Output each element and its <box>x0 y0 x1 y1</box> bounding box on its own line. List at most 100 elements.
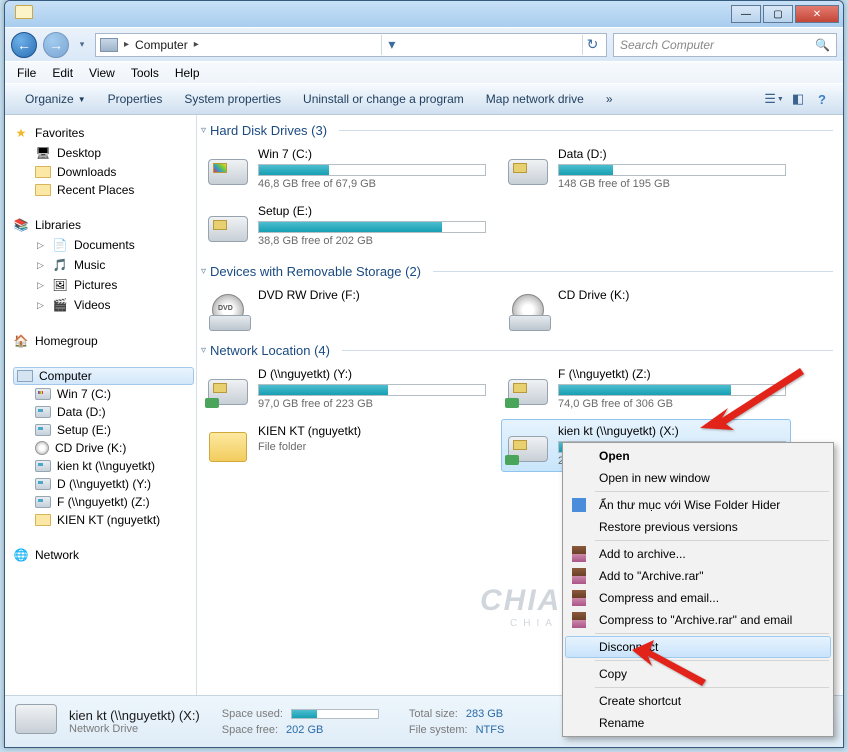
drive-dvd[interactable]: DVD RW Drive (F:) <box>201 283 491 331</box>
help-button[interactable]: ? <box>811 88 833 110</box>
titlebar[interactable]: — ▢ ✕ <box>5 1 843 27</box>
drive-icon <box>35 424 51 436</box>
refresh-button[interactable]: ↻ <box>582 35 602 55</box>
drive-label: DVD RW Drive (F:) <box>258 288 486 302</box>
forward-button[interactable]: → <box>43 32 69 58</box>
homegroup-icon: 🏠 <box>13 333 29 349</box>
sidebar-desktop[interactable]: 🖥Desktop <box>13 143 194 163</box>
disc-icon <box>35 441 49 455</box>
expand-icon[interactable]: ▷ <box>35 280 46 291</box>
cm-open-new-window[interactable]: Open in new window <box>565 467 831 489</box>
menu-view[interactable]: View <box>81 64 123 82</box>
drive-label: Win 7 (C:) <box>258 147 486 161</box>
menu-edit[interactable]: Edit <box>44 64 81 82</box>
sidebar-drive-c[interactable]: Win 7 (C:) <box>13 385 194 403</box>
minimize-button[interactable]: — <box>731 5 761 23</box>
drive-label: Setup (E:) <box>258 204 486 218</box>
netdrive-icon <box>506 367 550 405</box>
sidebar-recent[interactable]: Recent Places <box>13 181 194 199</box>
properties-button[interactable]: Properties <box>98 88 173 110</box>
cm-rename[interactable]: Rename <box>565 712 831 734</box>
drive-c[interactable]: Win 7 (C:) 46,8 GB free of 67,9 GB <box>201 142 491 195</box>
free-space: 97,0 GB free of 223 GB <box>258 398 486 410</box>
sidebar-drive-z[interactable]: F (\\nguyetkt) (Z:) <box>13 493 194 511</box>
computer-group[interactable]: Computer <box>13 367 194 385</box>
breadcrumb-computer[interactable]: Computer <box>131 38 192 52</box>
cm-add-archive[interactable]: Add to archive... <box>565 543 831 565</box>
annotation-arrow-1 <box>700 358 810 443</box>
search-input[interactable]: Search Computer 🔍 <box>613 33 837 57</box>
organize-button[interactable]: Organize▼ <box>15 88 96 110</box>
folder-icon <box>206 424 250 462</box>
nav-bar: ← → ▾ ▸ Computer ▸ ▾ ↻ Search Computer 🔍 <box>5 27 843 61</box>
sidebar-drive-y[interactable]: D (\\nguyetkt) (Y:) <box>13 475 194 493</box>
menu-file[interactable]: File <box>9 64 44 82</box>
expand-icon[interactable]: ▷ <box>35 240 46 251</box>
sidebar-drive-k[interactable]: CD Drive (K:) <box>13 439 194 457</box>
folder-icon <box>15 5 33 19</box>
drive-kienkt-folder[interactable]: KIEN KT (nguyetkt) File folder <box>201 419 491 472</box>
breadcrumb-arrow[interactable]: ▸ <box>122 39 131 50</box>
cm-compress-rar-email[interactable]: Compress to "Archive.rar" and email <box>565 609 831 631</box>
menu-tools[interactable]: Tools <box>123 64 167 82</box>
drive-icon <box>15 704 59 740</box>
homegroup[interactable]: 🏠Homegroup <box>13 331 194 351</box>
collapse-icon: ▿ <box>201 125 206 136</box>
drive-y[interactable]: D (\\nguyetkt) (Y:) 97,0 GB free of 223 … <box>201 362 491 415</box>
maximize-button[interactable]: ▢ <box>763 5 793 23</box>
more-commands-button[interactable]: » <box>596 88 623 110</box>
breadcrumb-arrow[interactable]: ▸ <box>192 39 201 50</box>
system-properties-button[interactable]: System properties <box>174 88 291 110</box>
search-icon[interactable]: 🔍 <box>815 38 830 52</box>
libraries-group[interactable]: 📚Libraries <box>13 215 194 235</box>
preview-pane-button[interactable]: ◧ <box>787 88 809 110</box>
sidebar-downloads[interactable]: Downloads <box>13 163 194 181</box>
address-bar[interactable]: ▸ Computer ▸ ▾ ↻ <box>95 33 607 57</box>
navigation-pane: ★Favorites 🖥Desktop Downloads Recent Pla… <box>5 115 197 695</box>
drive-e[interactable]: Setup (E:) 38,8 GB free of 202 GB <box>201 199 491 252</box>
cm-wise-folder-hider[interactable]: Ẩn thư mục với Wise Folder Hider <box>565 494 831 516</box>
cm-compress-email[interactable]: Compress and email... <box>565 587 831 609</box>
wise-icon <box>569 497 589 513</box>
expand-icon[interactable]: ▷ <box>35 260 46 271</box>
sidebar-documents[interactable]: ▷📄Documents <box>13 235 194 255</box>
drive-cd[interactable]: CD Drive (K:) <box>501 283 791 331</box>
drive-d[interactable]: Data (D:) 148 GB free of 195 GB <box>501 142 791 195</box>
filesystem-value: NTFS <box>476 724 505 736</box>
section-removable[interactable]: ▿Devices with Removable Storage (2) <box>201 262 833 283</box>
command-bar: Organize▼ Properties System properties U… <box>5 83 843 115</box>
uninstall-button[interactable]: Uninstall or change a program <box>293 88 474 110</box>
sidebar-videos[interactable]: ▷🎬Videos <box>13 295 194 315</box>
cm-add-archive-rar[interactable]: Add to "Archive.rar" <box>565 565 831 587</box>
map-drive-button[interactable]: Map network drive <box>476 88 594 110</box>
cm-open[interactable]: Open <box>565 445 831 467</box>
sidebar-kienkt-folder[interactable]: KIEN KT (nguyetkt) <box>13 511 194 529</box>
addr-dropdown-icon[interactable]: ▾ <box>381 35 401 55</box>
favorites-group[interactable]: ★Favorites <box>13 123 194 143</box>
space-free-label: Space free: <box>222 724 278 736</box>
drive-label: KIEN KT (nguyetkt) <box>258 424 486 438</box>
space-used-label: Space used: <box>222 708 283 720</box>
computer-icon <box>100 38 118 52</box>
back-button[interactable]: ← <box>11 32 37 58</box>
sidebar-drive-e[interactable]: Setup (E:) <box>13 421 194 439</box>
cd-icon <box>506 288 550 326</box>
nav-history-dropdown[interactable]: ▾ <box>75 34 89 56</box>
total-size-label: Total size: <box>409 708 458 720</box>
drive-type: File folder <box>258 441 486 453</box>
close-button[interactable]: ✕ <box>795 5 839 23</box>
star-icon: ★ <box>13 125 29 141</box>
menu-help[interactable]: Help <box>167 64 208 82</box>
sidebar-music[interactable]: ▷🎵Music <box>13 255 194 275</box>
drive-icon <box>35 388 51 400</box>
sidebar-drive-x[interactable]: kien kt (\\nguyetkt) <box>13 457 194 475</box>
expand-icon[interactable]: ▷ <box>35 300 46 311</box>
dvd-icon <box>206 288 250 326</box>
drive-icon <box>35 406 51 418</box>
sidebar-drive-d[interactable]: Data (D:) <box>13 403 194 421</box>
view-mode-button[interactable]: ☰▼ <box>763 88 785 110</box>
cm-restore-versions[interactable]: Restore previous versions <box>565 516 831 538</box>
network-group[interactable]: 🌐Network <box>13 545 194 565</box>
sidebar-pictures[interactable]: ▷🖼Pictures <box>13 275 194 295</box>
section-hdd[interactable]: ▿Hard Disk Drives (3) <box>201 121 833 142</box>
